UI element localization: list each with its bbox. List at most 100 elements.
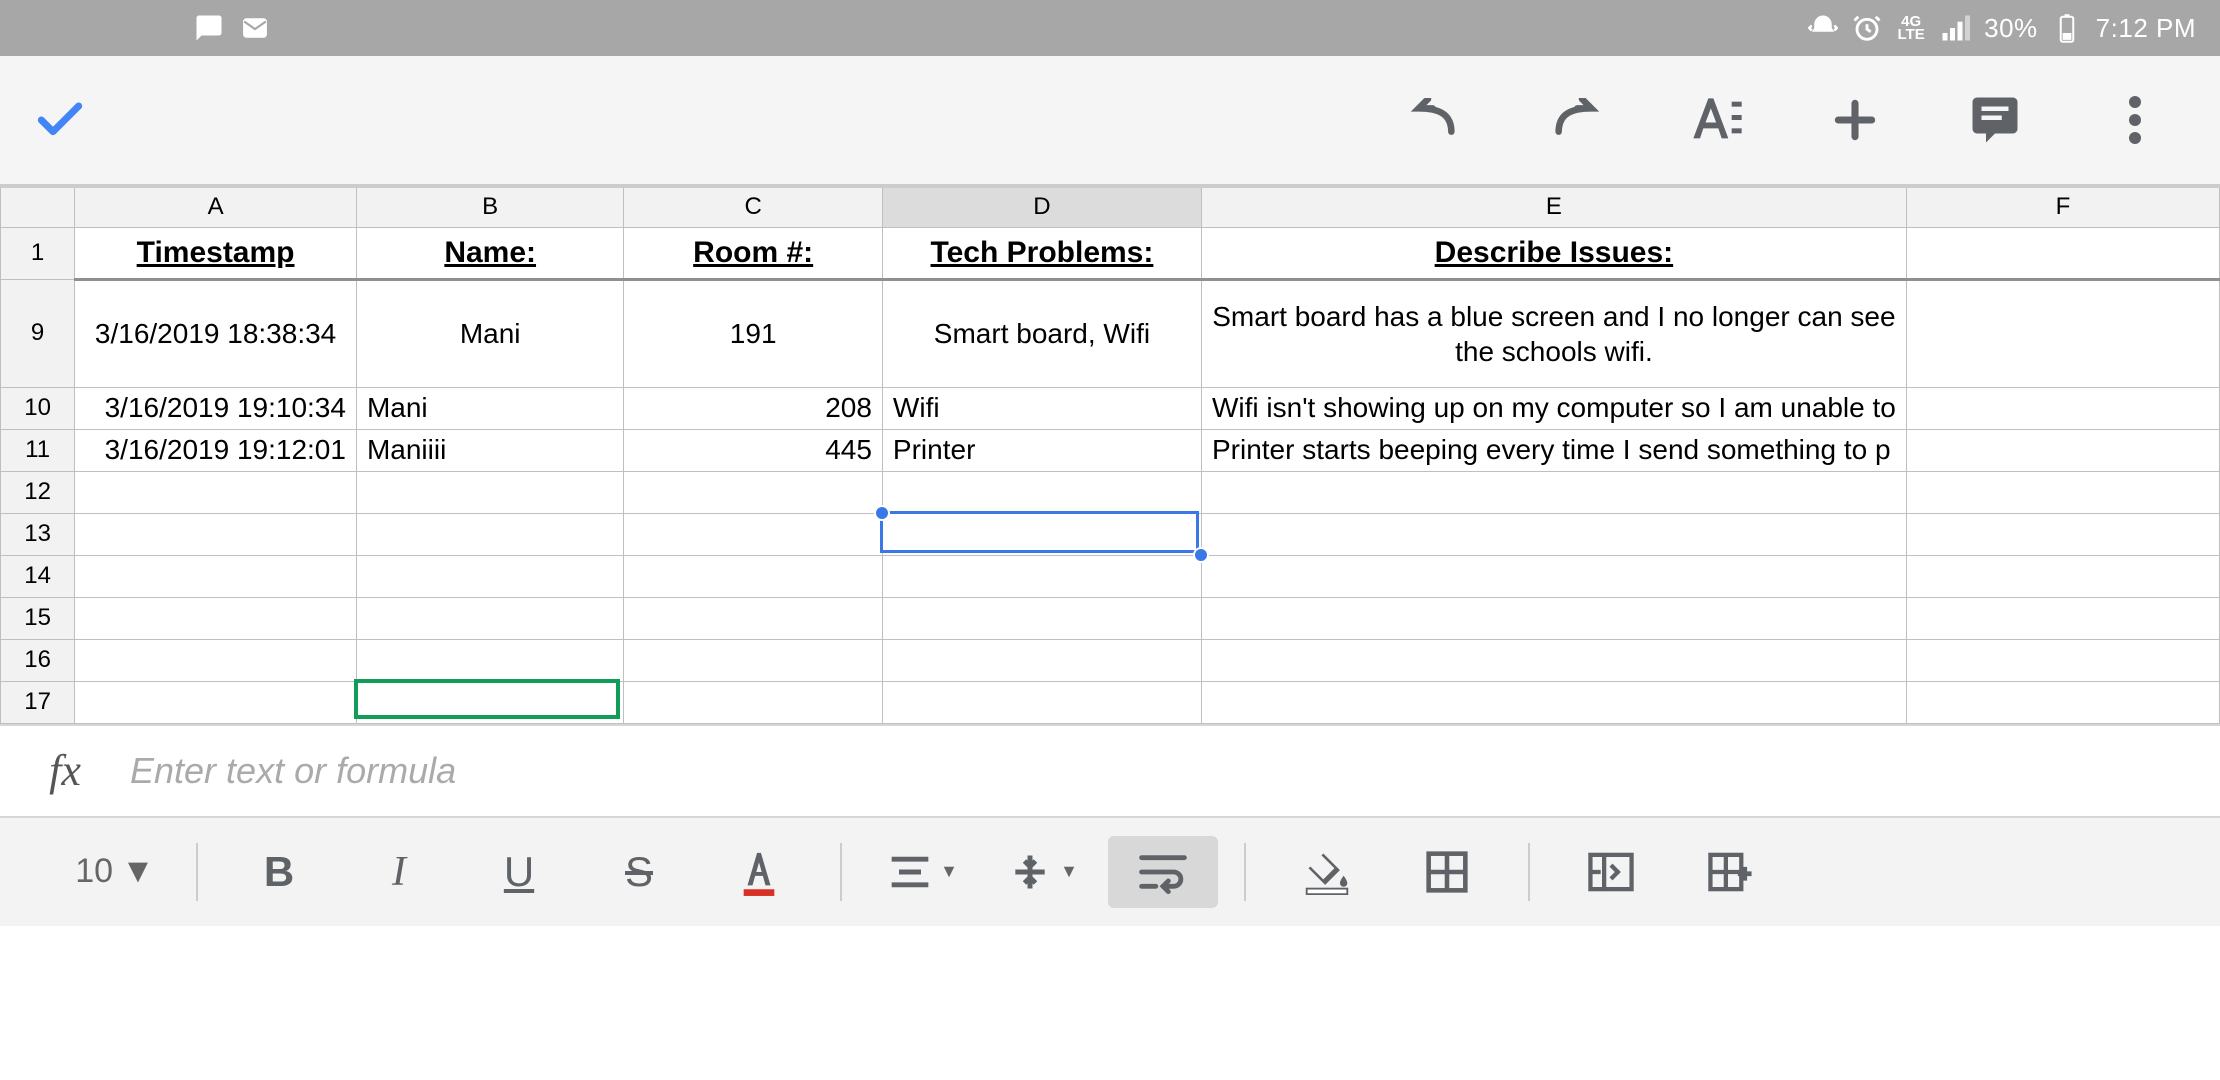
- cell-C11[interactable]: 445: [624, 429, 883, 471]
- horizontal-align-button[interactable]: ▼: [868, 836, 978, 908]
- cell-B1[interactable]: Name:: [356, 227, 623, 279]
- cell-E12[interactable]: [1201, 471, 1906, 513]
- row-header-17[interactable]: 17: [1, 681, 75, 723]
- cell-E1[interactable]: Describe Issues:: [1201, 227, 1906, 279]
- row-header-9[interactable]: 9: [1, 279, 75, 387]
- row-header-13[interactable]: 13: [1, 513, 75, 555]
- cell-C10[interactable]: 208: [624, 387, 883, 429]
- column-header-B[interactable]: B: [356, 187, 623, 227]
- cell-F12[interactable]: [1906, 471, 2219, 513]
- cell-E16[interactable]: [1201, 639, 1906, 681]
- comment-button[interactable]: [1960, 85, 2030, 155]
- cell-C13[interactable]: [624, 513, 883, 555]
- text-color-button[interactable]: [704, 836, 814, 908]
- borders-button[interactable]: [1392, 836, 1502, 908]
- cell-C9[interactable]: 191: [624, 279, 883, 387]
- cell-C16[interactable]: [624, 639, 883, 681]
- cell-B9[interactable]: Mani: [356, 279, 623, 387]
- cell-A16[interactable]: [75, 639, 357, 681]
- row-header-12[interactable]: 12: [1, 471, 75, 513]
- font-size-selector[interactable]: 10 ▼: [60, 836, 170, 908]
- row-header-11[interactable]: 11: [1, 429, 75, 471]
- spreadsheet-grid[interactable]: ABCDEF 1TimestampName:Room #:Tech Problem…: [0, 186, 2220, 724]
- column-header-F[interactable]: F: [1906, 187, 2219, 227]
- cell-E9[interactable]: Smart board has a blue screen and I no l…: [1201, 279, 1906, 387]
- text-format-button[interactable]: [1680, 85, 1750, 155]
- cell-A13[interactable]: [75, 513, 357, 555]
- cell-A14[interactable]: [75, 555, 357, 597]
- cell-A9[interactable]: 3/16/2019 18:38:34: [75, 279, 357, 387]
- column-header-A[interactable]: A: [75, 187, 357, 227]
- cell-D11[interactable]: Printer: [882, 429, 1201, 471]
- cell-B10[interactable]: Mani: [356, 387, 623, 429]
- row-header-16[interactable]: 16: [1, 639, 75, 681]
- formula-input[interactable]: [130, 750, 2220, 792]
- redo-button[interactable]: [1540, 85, 1610, 155]
- cell-C17[interactable]: [624, 681, 883, 723]
- cell-A11[interactable]: 3/16/2019 19:12:01: [75, 429, 357, 471]
- italic-button[interactable]: I: [344, 836, 454, 908]
- cell-B13[interactable]: [356, 513, 623, 555]
- text-wrap-button[interactable]: [1108, 836, 1218, 908]
- cell-F15[interactable]: [1906, 597, 2219, 639]
- confirm-check-button[interactable]: [20, 80, 100, 160]
- cell-B11[interactable]: Maniiii: [356, 429, 623, 471]
- cell-D14[interactable]: [882, 555, 1201, 597]
- cell-D16[interactable]: [882, 639, 1201, 681]
- cell-C12[interactable]: [624, 471, 883, 513]
- cell-F16[interactable]: [1906, 639, 2219, 681]
- more-menu-button[interactable]: [2100, 85, 2170, 155]
- fill-color-button[interactable]: [1272, 836, 1382, 908]
- cell-B12[interactable]: [356, 471, 623, 513]
- cell-A1[interactable]: Timestamp: [75, 227, 357, 279]
- cell-F14[interactable]: [1906, 555, 2219, 597]
- column-header-E[interactable]: E: [1201, 187, 1906, 227]
- row-header-1[interactable]: 1: [1, 227, 75, 279]
- column-header-D[interactable]: D: [882, 187, 1201, 227]
- cell-E11[interactable]: Printer starts beeping every time I send…: [1201, 429, 1906, 471]
- cell-E13[interactable]: [1201, 513, 1906, 555]
- cell-F10[interactable]: [1906, 387, 2219, 429]
- undo-button[interactable]: [1400, 85, 1470, 155]
- underline-button[interactable]: U: [464, 836, 574, 908]
- cell-D17[interactable]: [882, 681, 1201, 723]
- row-header-14[interactable]: 14: [1, 555, 75, 597]
- cell-D1[interactable]: Tech Problems:: [882, 227, 1201, 279]
- cell-D10[interactable]: Wifi: [882, 387, 1201, 429]
- cell-C15[interactable]: [624, 597, 883, 639]
- cell-D9[interactable]: Smart board, Wifi: [882, 279, 1201, 387]
- row-header-15[interactable]: 15: [1, 597, 75, 639]
- cell-B14[interactable]: [356, 555, 623, 597]
- cell-F1[interactable]: [1906, 227, 2219, 279]
- cell-A12[interactable]: [75, 471, 357, 513]
- cell-A15[interactable]: [75, 597, 357, 639]
- font-size-value: 10: [75, 852, 113, 891]
- cell-F11[interactable]: [1906, 429, 2219, 471]
- vertical-align-button[interactable]: ▼: [988, 836, 1098, 908]
- column-header-C[interactable]: C: [624, 187, 883, 227]
- insert-cells-button[interactable]: [1676, 836, 1786, 908]
- cell-F13[interactable]: [1906, 513, 2219, 555]
- cell-D12[interactable]: [882, 471, 1201, 513]
- cell-B15[interactable]: [356, 597, 623, 639]
- cell-B16[interactable]: [356, 639, 623, 681]
- row-header-10[interactable]: 10: [1, 387, 75, 429]
- cell-D15[interactable]: [882, 597, 1201, 639]
- insert-button[interactable]: [1820, 85, 1890, 155]
- cell-A17[interactable]: [75, 681, 357, 723]
- cell-B17[interactable]: [356, 681, 623, 723]
- cell-E17[interactable]: [1201, 681, 1906, 723]
- select-all-corner[interactable]: [1, 187, 75, 227]
- cell-C14[interactable]: [624, 555, 883, 597]
- bold-button[interactable]: B: [224, 836, 334, 908]
- cell-F17[interactable]: [1906, 681, 2219, 723]
- cell-E10[interactable]: Wifi isn't showing up on my computer so …: [1201, 387, 1906, 429]
- cell-A10[interactable]: 3/16/2019 19:10:34: [75, 387, 357, 429]
- strikethrough-button[interactable]: S: [584, 836, 694, 908]
- cell-E15[interactable]: [1201, 597, 1906, 639]
- cell-E14[interactable]: [1201, 555, 1906, 597]
- cell-selection[interactable]: [880, 511, 1199, 553]
- cell-F9[interactable]: [1906, 279, 2219, 387]
- cell-C1[interactable]: Room #:: [624, 227, 883, 279]
- merge-cells-button[interactable]: [1556, 836, 1666, 908]
